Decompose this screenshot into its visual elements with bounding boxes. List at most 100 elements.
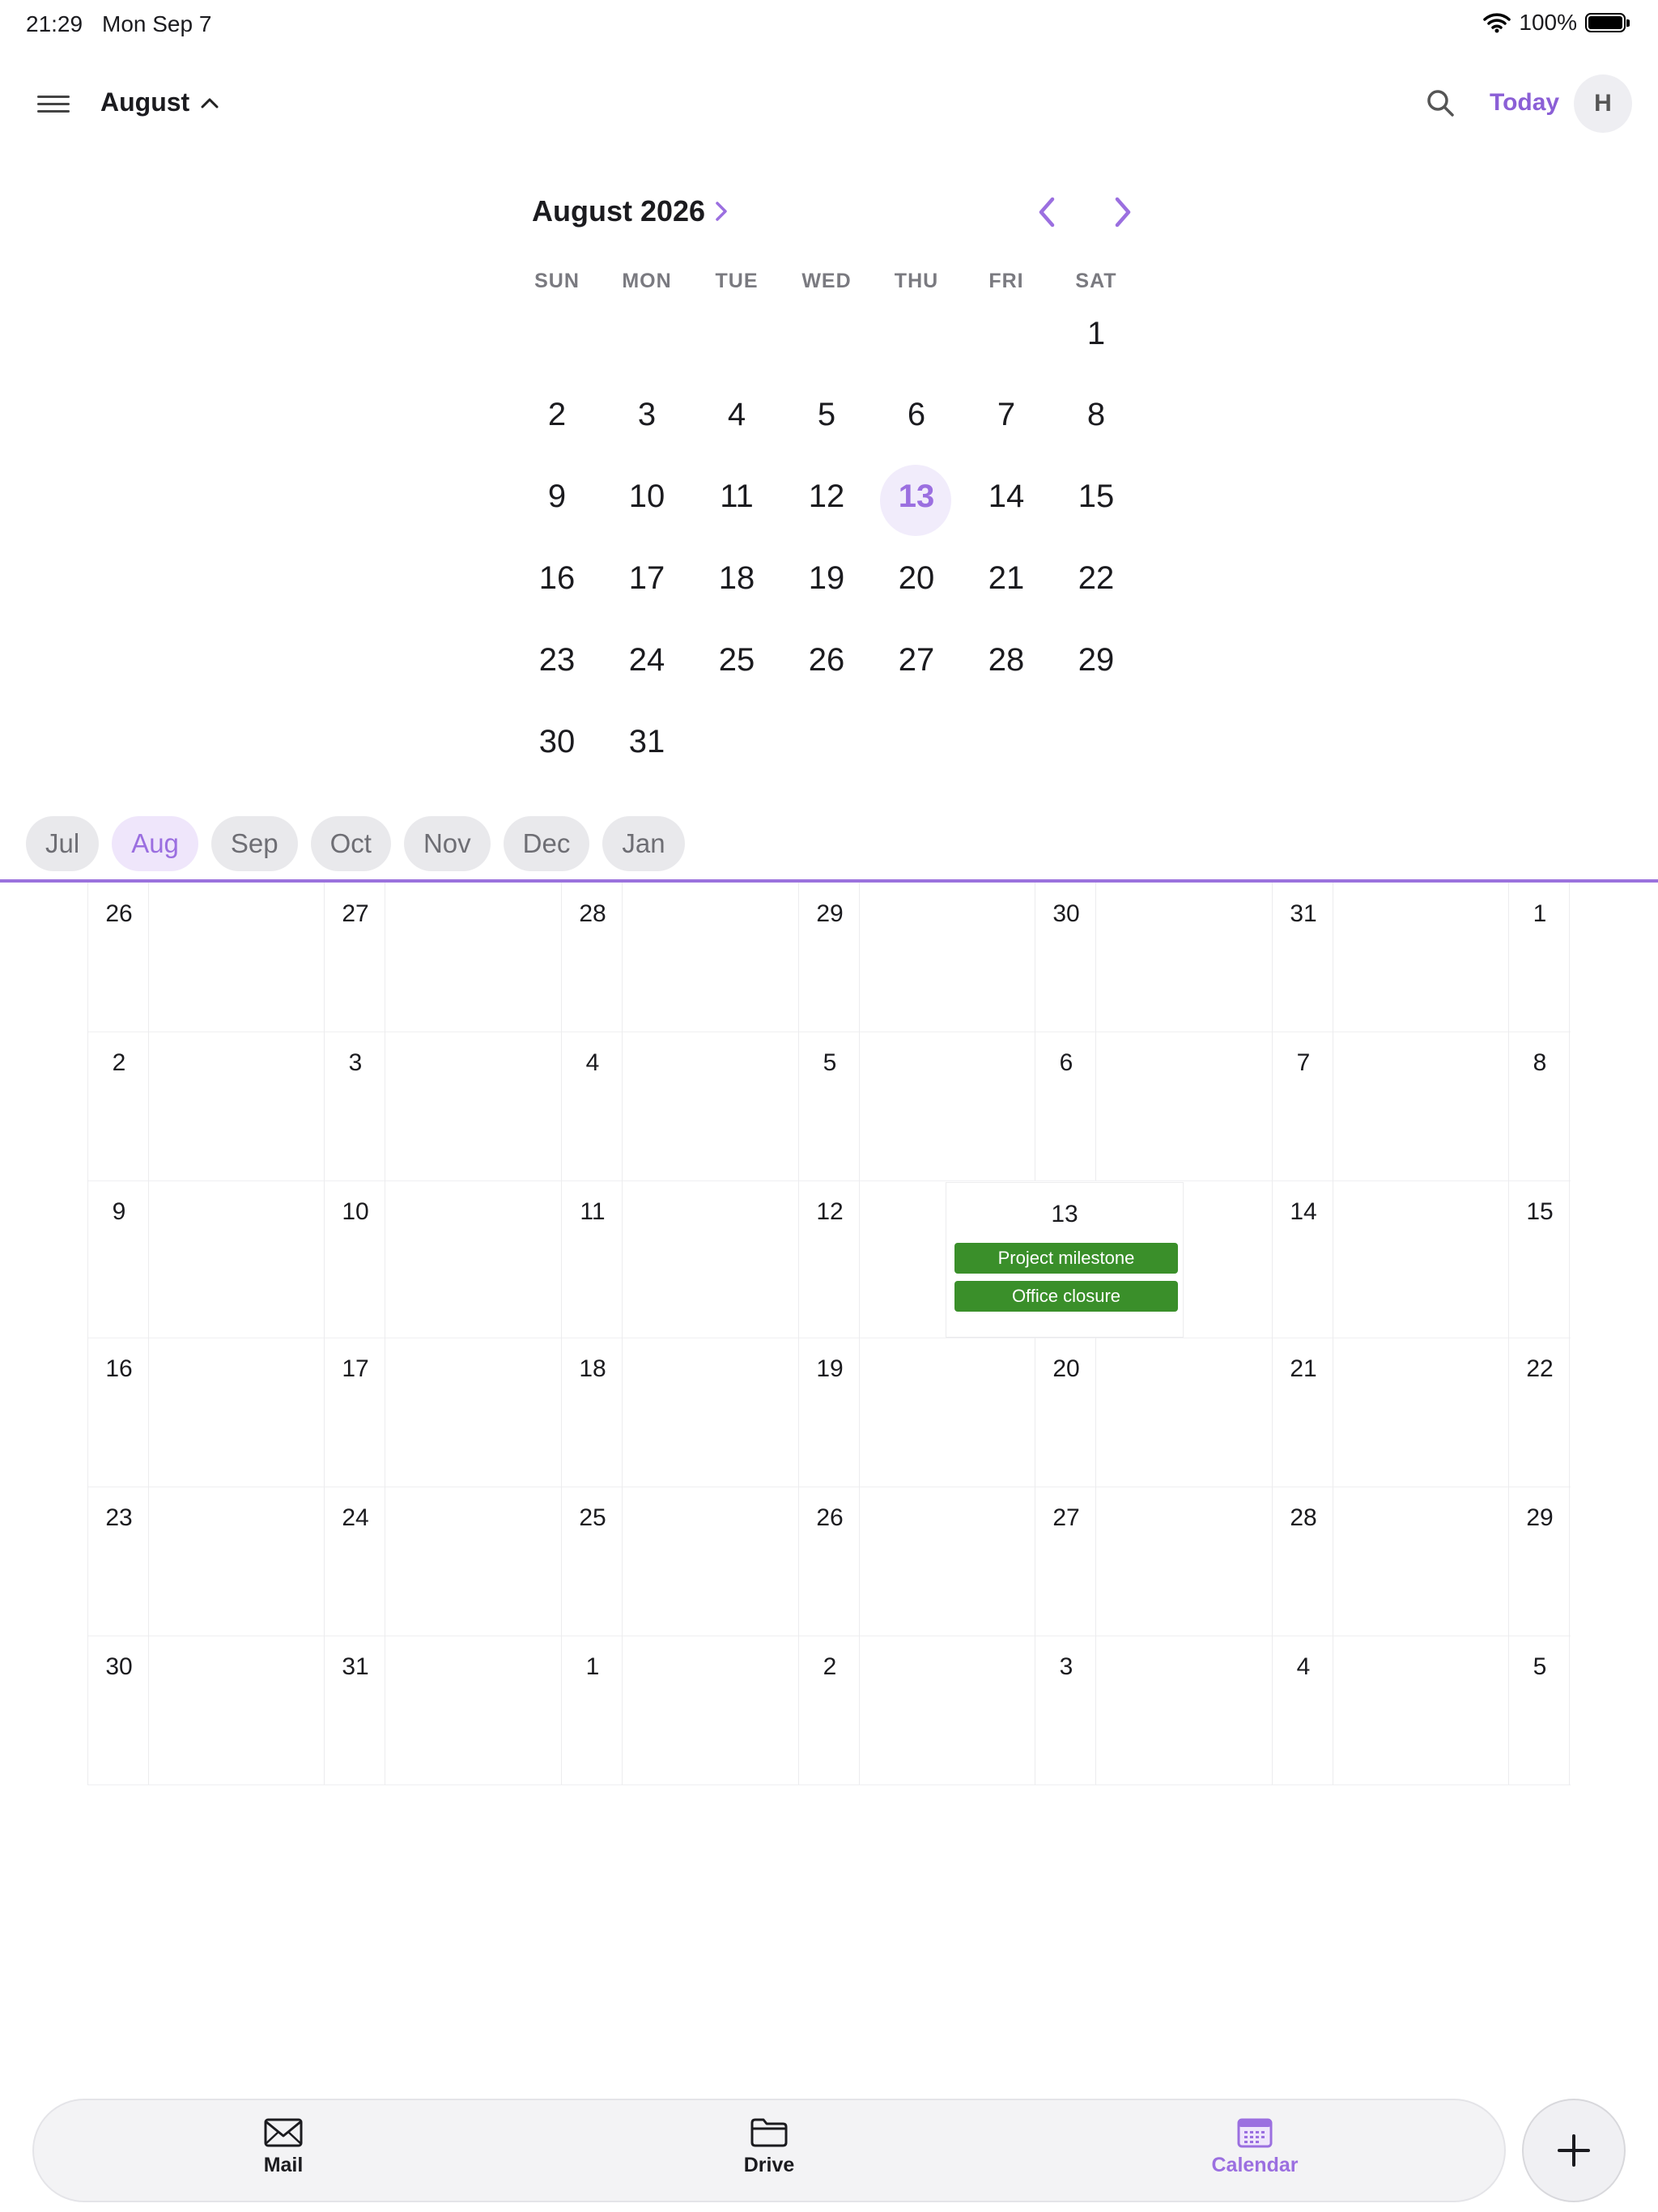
- mini-calendar-day[interactable]: 6: [876, 397, 957, 433]
- day-cell[interactable]: 7: [1272, 1032, 1333, 1180]
- previous-month-button[interactable]: [1027, 191, 1069, 233]
- mini-calendar-day[interactable]: 16: [517, 560, 597, 597]
- day-cell[interactable]: 1: [561, 1636, 623, 1784]
- day-number: 4: [1296, 1653, 1311, 1680]
- month-chip-nov[interactable]: Nov: [403, 816, 491, 871]
- mini-calendar-day[interactable]: 26: [786, 642, 867, 678]
- search-icon[interactable]: [1425, 87, 1457, 120]
- day-cell[interactable]: 29: [1508, 1487, 1570, 1636]
- month-chip-aug[interactable]: Aug: [112, 816, 198, 871]
- mini-calendar-title[interactable]: August 2026: [532, 194, 728, 228]
- day-cell[interactable]: 11: [561, 1180, 623, 1338]
- day-cell[interactable]: 14: [1272, 1180, 1333, 1338]
- mini-calendar-day[interactable]: 11: [696, 479, 777, 515]
- day-cell[interactable]: 31: [1272, 883, 1333, 1032]
- day-cell[interactable]: 21: [1272, 1338, 1333, 1487]
- day-cell[interactable]: 26: [87, 883, 149, 1032]
- day-cell-highlighted[interactable]: 13 Project milestone Office closure: [946, 1182, 1184, 1338]
- add-event-button[interactable]: [1522, 2099, 1626, 2202]
- day-cell[interactable]: 5: [1508, 1636, 1570, 1784]
- mini-calendar-day[interactable]: 15: [1056, 479, 1137, 515]
- mini-calendar-day[interactable]: 13: [876, 479, 957, 515]
- month-chip-jan[interactable]: Jan: [602, 816, 685, 871]
- day-cell[interactable]: 30: [1035, 883, 1096, 1032]
- month-chip-oct[interactable]: Oct: [310, 816, 391, 871]
- month-chip-sep[interactable]: Sep: [210, 816, 298, 871]
- mini-calendar-day[interactable]: 3: [606, 397, 687, 433]
- mini-calendar-day[interactable]: 10: [606, 479, 687, 515]
- day-cell[interactable]: 31: [324, 1636, 385, 1784]
- tab-mail[interactable]: Mail: [219, 2116, 348, 2177]
- month-switcher[interactable]: August: [100, 87, 219, 117]
- day-cell[interactable]: 20: [1035, 1338, 1096, 1487]
- day-cell[interactable]: 2: [798, 1636, 860, 1784]
- mini-calendar-day[interactable]: 7: [966, 397, 1047, 433]
- day-cell[interactable]: 28: [561, 883, 623, 1032]
- mini-calendar-day[interactable]: 9: [517, 479, 597, 515]
- day-cell[interactable]: 28: [1272, 1487, 1333, 1636]
- day-cell[interactable]: 19: [798, 1338, 860, 1487]
- day-cell[interactable]: 16: [87, 1338, 149, 1487]
- mini-calendar-day[interactable]: 29: [1056, 642, 1137, 678]
- day-cell[interactable]: 23: [87, 1487, 149, 1636]
- mini-calendar-day[interactable]: 2: [517, 397, 597, 433]
- day-cell[interactable]: 4: [1272, 1636, 1333, 1784]
- day-cell[interactable]: 15: [1508, 1180, 1570, 1338]
- day-cell[interactable]: 22: [1508, 1338, 1570, 1487]
- mini-calendar-day[interactable]: 8: [1056, 397, 1137, 433]
- day-cell[interactable]: 8: [1508, 1032, 1570, 1180]
- mini-calendar-day[interactable]: 24: [606, 642, 687, 678]
- day-cell[interactable]: 25: [561, 1487, 623, 1636]
- day-cell[interactable]: 10: [324, 1180, 385, 1338]
- day-cell[interactable]: 30: [87, 1636, 149, 1784]
- day-cell[interactable]: 27: [1035, 1487, 1096, 1636]
- mini-calendar-day[interactable]: 21: [966, 560, 1047, 597]
- day-cell[interactable]: 6: [1035, 1032, 1096, 1180]
- tab-drive[interactable]: Drive: [704, 2116, 834, 2177]
- status-date: Mon Sep 7: [102, 11, 212, 36]
- mini-calendar-day[interactable]: 22: [1056, 560, 1137, 597]
- mini-calendar-day[interactable]: 1: [1056, 316, 1137, 352]
- mini-calendar-day[interactable]: 31: [606, 724, 687, 760]
- mini-calendar-day[interactable]: 23: [517, 642, 597, 678]
- avatar[interactable]: H: [1574, 74, 1632, 133]
- mini-calendar-day[interactable]: 14: [966, 479, 1047, 515]
- day-cell[interactable]: 26: [798, 1487, 860, 1636]
- day-number: 26: [816, 1504, 844, 1531]
- day-cell[interactable]: 27: [324, 883, 385, 1032]
- day-cell[interactable]: 3: [324, 1032, 385, 1180]
- day-cell[interactable]: 5: [798, 1032, 860, 1180]
- mini-calendar-day[interactable]: 19: [786, 560, 867, 597]
- today-button[interactable]: Today: [1490, 89, 1559, 117]
- hamburger-menu-icon[interactable]: [36, 91, 73, 118]
- day-cell[interactable]: 18: [561, 1338, 623, 1487]
- mini-calendar-day[interactable]: 4: [696, 397, 777, 433]
- day-cell[interactable]: 12: [798, 1180, 860, 1338]
- mini-calendar-day[interactable]: 12: [786, 479, 867, 515]
- day-number: 31: [342, 1653, 369, 1680]
- day-cell[interactable]: 2: [87, 1032, 149, 1180]
- day-cell[interactable]: 9: [87, 1180, 149, 1338]
- mini-calendar-day[interactable]: 5: [786, 397, 867, 433]
- day-cell[interactable]: 29: [798, 883, 860, 1032]
- mini-calendar-day[interactable]: 28: [966, 642, 1047, 678]
- month-chip-jul[interactable]: Jul: [26, 816, 100, 871]
- event-chip[interactable]: Office closure: [954, 1281, 1178, 1312]
- day-cell[interactable]: 24: [324, 1487, 385, 1636]
- mini-calendar-day[interactable]: 27: [876, 642, 957, 678]
- mini-calendar-day[interactable]: 25: [696, 642, 777, 678]
- next-month-button[interactable]: [1101, 191, 1143, 233]
- event-chip[interactable]: Project milestone: [954, 1243, 1178, 1274]
- day-cell[interactable]: 4: [561, 1032, 623, 1180]
- mini-calendar-day[interactable]: 17: [606, 560, 687, 597]
- day-cell[interactable]: 17: [324, 1338, 385, 1487]
- day-number: 21: [1290, 1355, 1317, 1382]
- mini-calendar-day[interactable]: 20: [876, 560, 957, 597]
- month-chip-dec[interactable]: Dec: [503, 816, 590, 871]
- day-cell[interactable]: 3: [1035, 1636, 1096, 1784]
- day-cell[interactable]: 1: [1508, 883, 1570, 1032]
- day-number: 27: [342, 900, 369, 927]
- tab-calendar[interactable]: Calendar: [1190, 2116, 1320, 2177]
- mini-calendar-day[interactable]: 18: [696, 560, 777, 597]
- mini-calendar-day[interactable]: 30: [517, 724, 597, 760]
